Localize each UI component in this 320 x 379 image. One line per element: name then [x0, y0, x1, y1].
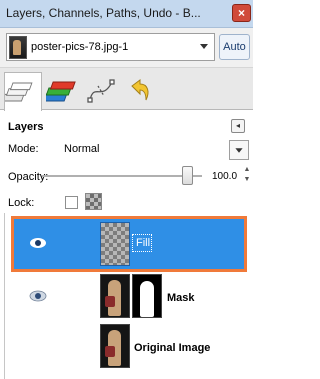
opacity-slider[interactable]: [42, 175, 202, 177]
thumbnail-bag: [105, 346, 115, 357]
window-title: Layers, Channels, Paths, Undo - B...: [6, 6, 201, 20]
panel-menu-button[interactable]: ◂: [231, 119, 245, 133]
image-thumbnail-figure: [13, 40, 21, 55]
tab-channels[interactable]: [46, 74, 80, 108]
selected-layer-highlight: [11, 216, 247, 272]
close-button[interactable]: ×: [232, 4, 251, 22]
thumbnail-bag: [105, 296, 115, 307]
chevron-down-icon[interactable]: [197, 39, 211, 53]
opacity-value[interactable]: 100.0: [212, 171, 237, 182]
auto-button[interactable]: Auto: [219, 34, 250, 60]
opacity-spin-arrows[interactable]: ▲ ▼: [243, 165, 251, 185]
opacity-slider-handle[interactable]: [182, 166, 193, 185]
mask-silhouette: [140, 281, 154, 317]
tab-paths[interactable]: [84, 74, 118, 108]
lock-alpha-checkbox[interactable]: [85, 193, 102, 210]
channels-icon: [46, 81, 76, 102]
eye-icon[interactable]: [29, 289, 47, 303]
layers-icon: [5, 82, 33, 102]
lock-pixels-checkbox[interactable]: [65, 196, 78, 209]
image-select-value: poster-pics-78.jpg-1: [31, 41, 129, 53]
opacity-label: Opacity:: [8, 171, 49, 183]
undo-icon: [131, 79, 149, 101]
mode-value: Normal: [64, 143, 100, 155]
panel-title: Layers: [8, 121, 44, 133]
lock-label: Lock:: [8, 197, 35, 209]
layer-name-mask[interactable]: Mask: [167, 292, 195, 304]
tab-undo[interactable]: [122, 74, 156, 108]
tab-layers[interactable]: [4, 72, 42, 111]
mode-label: Mode:: [8, 143, 39, 155]
chevron-down-icon[interactable]: [229, 140, 249, 160]
paths-icon: [87, 79, 115, 103]
layer-name-original-image[interactable]: Original Image: [134, 342, 210, 354]
